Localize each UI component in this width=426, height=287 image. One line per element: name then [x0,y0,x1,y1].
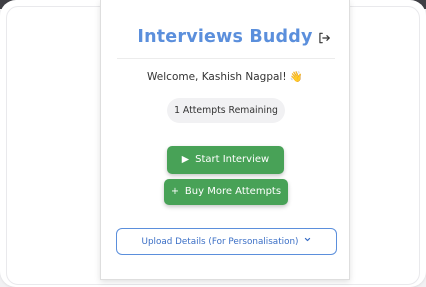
app-title: Interviews Buddy [137,27,313,47]
plus-icon: + [170,186,179,197]
divider [117,58,335,59]
welcome-message: Welcome, Kashish Nagpal! 👋 [147,71,303,83]
buy-more-attempts-button[interactable]: + Buy More Attempts [164,179,288,205]
upload-details-button[interactable]: Upload Details (For Personalisation) [116,228,337,255]
extension-popup: Interviews Buddy Welcome, Kashish Nagpal… [100,0,350,280]
upload-details-label: Upload Details (For Personalisation) [141,237,299,247]
play-icon: ▶ [181,154,190,165]
start-interview-label: Start Interview [195,154,270,165]
attempts-remaining-badge: 1 Attempts Remaining [167,98,285,123]
logout-icon[interactable] [317,30,331,44]
start-interview-button[interactable]: ▶ Start Interview [167,146,284,174]
buy-more-attempts-label: Buy More Attempts [184,186,282,197]
chevron-down-icon [304,229,311,242]
